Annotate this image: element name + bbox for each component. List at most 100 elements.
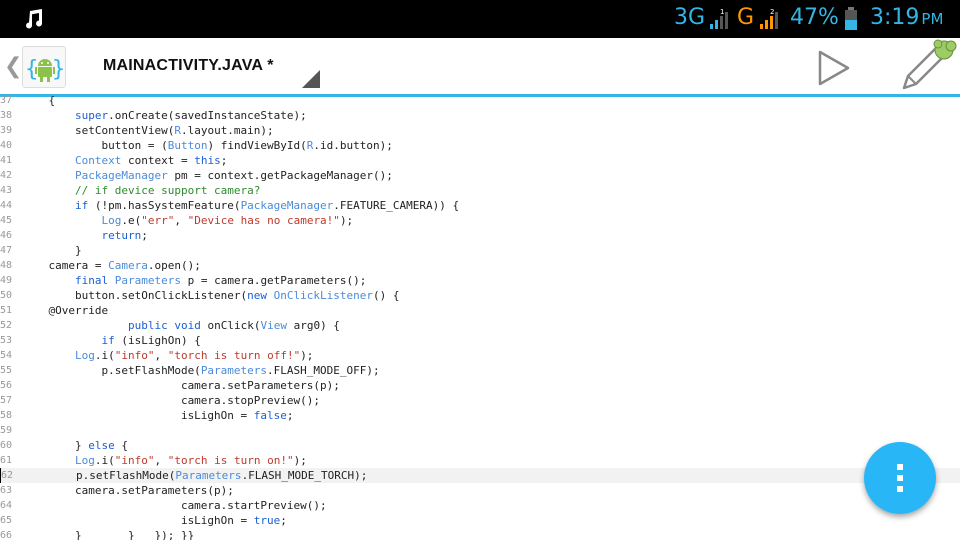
- code-text[interactable]: {: [22, 96, 55, 108]
- more-vert-icon: [897, 464, 903, 492]
- dropdown-corner-icon[interactable]: [302, 70, 320, 88]
- line-number: 52: [0, 320, 13, 331]
- clock-time: 3:19: [870, 5, 920, 30]
- code-line[interactable]: 48 camera = Camera.open();: [0, 258, 960, 273]
- code-text[interactable]: Context context = this;: [22, 153, 227, 168]
- code-text[interactable]: isLighOn = false;: [22, 408, 294, 423]
- line-number: 55: [0, 365, 13, 376]
- code-line[interactable]: 64 camera.startPreview();: [0, 498, 960, 513]
- code-text[interactable]: camera.stopPreview();: [22, 393, 320, 408]
- code-text[interactable]: } else {: [22, 438, 128, 453]
- app-icon[interactable]: { }: [22, 46, 66, 88]
- line-number: 60: [0, 440, 13, 451]
- code-text[interactable]: // if device support camera?: [22, 183, 260, 198]
- status-bar: 3G 1 G 2 47% 3:19 PM: [0, 0, 960, 38]
- code-line[interactable]: 62 p.setFlashMode(Parameters.FLASH_MODE_…: [0, 468, 960, 483]
- line-number: 53: [0, 335, 13, 346]
- code-text[interactable]: isLighOn = true;: [22, 513, 287, 528]
- line-number: 47: [0, 245, 13, 256]
- code-text[interactable]: public void onClick(View arg0) {: [22, 318, 340, 333]
- line-number: 45: [0, 215, 13, 226]
- line-number: 37: [0, 96, 13, 106]
- network-type-1: 3G: [674, 5, 706, 30]
- line-number: 59: [0, 425, 13, 436]
- line-number: 42: [0, 170, 13, 181]
- code-text[interactable]: final Parameters p = camera.getParameter…: [22, 273, 366, 288]
- code-line[interactable]: 47 }: [0, 243, 960, 258]
- code-text[interactable]: if (!pm.hasSystemFeature(PackageManager.…: [22, 198, 459, 213]
- line-number: 62: [1, 470, 14, 481]
- code-text[interactable]: PackageManager pm = context.getPackageMa…: [22, 168, 393, 183]
- code-text[interactable]: if (isLighOn) {: [22, 333, 200, 348]
- code-text[interactable]: } } }); }}: [22, 528, 194, 540]
- code-text[interactable]: camera.startPreview();: [22, 498, 327, 513]
- code-line[interactable]: 45 Log.e("err", "Device has no camera!")…: [0, 213, 960, 228]
- signal-icon: 1: [710, 8, 728, 29]
- code-line[interactable]: 43 // if device support camera?: [0, 183, 960, 198]
- code-line[interactable]: 38 super.onCreate(savedInstanceState);: [0, 108, 960, 123]
- code-text[interactable]: super.onCreate(savedInstanceState);: [22, 108, 307, 123]
- line-number: 49: [0, 275, 13, 286]
- code-line[interactable]: 37 {: [0, 96, 960, 108]
- more-options-button[interactable]: [864, 442, 936, 514]
- code-line[interactable]: 54 Log.i("info", "torch is turn off!");: [0, 348, 960, 363]
- code-line[interactable]: 39 setContentView(R.layout.main);: [0, 123, 960, 138]
- line-number: 57: [0, 395, 13, 406]
- line-number: 50: [0, 290, 13, 301]
- code-text[interactable]: p.setFlashMode(Parameters.FLASH_MODE_TOR…: [23, 468, 367, 483]
- line-number: 51: [0, 305, 13, 316]
- code-text[interactable]: Log.i("info", "torch is turn off!");: [22, 348, 313, 363]
- code-text[interactable]: camera = Camera.open();: [22, 258, 200, 273]
- battery-icon: [845, 7, 857, 30]
- line-number: 46: [0, 230, 13, 241]
- code-line[interactable]: 56 camera.setParameters(p);: [0, 378, 960, 393]
- sim-2-label: 2: [770, 8, 774, 16]
- line-number: 56: [0, 380, 13, 391]
- line-number: 41: [0, 155, 13, 166]
- code-text[interactable]: p.setFlashMode(Parameters.FLASH_MODE_OFF…: [22, 363, 379, 378]
- code-text[interactable]: camera.setParameters(p);: [22, 378, 340, 393]
- code-line[interactable]: 57 camera.stopPreview();: [0, 393, 960, 408]
- code-text[interactable]: Log.e("err", "Device has no camera!");: [22, 213, 353, 228]
- code-text[interactable]: button.setOnClickListener(new OnClickLis…: [22, 288, 400, 303]
- code-line[interactable]: 63 camera.setParameters(p);: [0, 483, 960, 498]
- code-line[interactable]: 40 button = (Button) findViewById(R.id.b…: [0, 138, 960, 153]
- code-editor[interactable]: 37 {38 super.onCreate(savedInstanceState…: [0, 96, 960, 540]
- clock-ampm: PM: [921, 10, 944, 28]
- code-line[interactable]: 61 Log.i("info", "torch is turn on!");: [0, 453, 960, 468]
- code-text[interactable]: setContentView(R.layout.main);: [22, 123, 274, 138]
- line-number: 63: [0, 485, 13, 496]
- code-text[interactable]: button = (Button) findViewById(R.id.butt…: [22, 138, 392, 153]
- network-type-2: G: [737, 5, 755, 30]
- line-number: 48: [0, 260, 13, 271]
- code-line[interactable]: 49 final Parameters p = camera.getParame…: [0, 273, 960, 288]
- code-line[interactable]: 51 @Override: [0, 303, 960, 318]
- line-number: 65: [0, 515, 13, 526]
- code-text[interactable]: camera.setParameters(p);: [22, 483, 234, 498]
- code-line[interactable]: 41 Context context = this;: [0, 153, 960, 168]
- code-line[interactable]: 46 return;: [0, 228, 960, 243]
- code-line[interactable]: 65 isLighOn = true;: [0, 513, 960, 528]
- code-line[interactable]: 44 if (!pm.hasSystemFeature(PackageManag…: [0, 198, 960, 213]
- back-chevron-icon[interactable]: ❮: [4, 54, 22, 79]
- code-line[interactable]: 52 public void onClick(View arg0) {: [0, 318, 960, 333]
- line-number: 64: [0, 500, 13, 511]
- code-line[interactable]: 58 isLighOn = false;: [0, 408, 960, 423]
- code-line[interactable]: 60 } else {: [0, 438, 960, 453]
- code-text[interactable]: return;: [22, 228, 147, 243]
- code-line[interactable]: 53 if (isLighOn) {: [0, 333, 960, 348]
- code-text[interactable]: @Override: [22, 303, 108, 318]
- line-number: 66: [0, 530, 13, 540]
- play-icon[interactable]: [812, 48, 852, 88]
- file-title[interactable]: MAINACTIVITY.JAVA *: [103, 57, 274, 75]
- clock: 3:19 PM: [870, 5, 943, 30]
- pen-icon[interactable]: [896, 38, 958, 92]
- code-line[interactable]: 42 PackageManager pm = context.getPackag…: [0, 168, 960, 183]
- code-line[interactable]: 50 button.setOnClickListener(new OnClick…: [0, 288, 960, 303]
- code-line[interactable]: 55 p.setFlashMode(Parameters.FLASH_MODE_…: [0, 363, 960, 378]
- code-text[interactable]: Log.i("info", "torch is turn on!");: [22, 453, 307, 468]
- code-text[interactable]: }: [22, 243, 82, 258]
- line-number: 44: [0, 200, 13, 211]
- code-line[interactable]: 59: [0, 423, 960, 438]
- code-line[interactable]: 66 } } }); }}: [0, 528, 960, 540]
